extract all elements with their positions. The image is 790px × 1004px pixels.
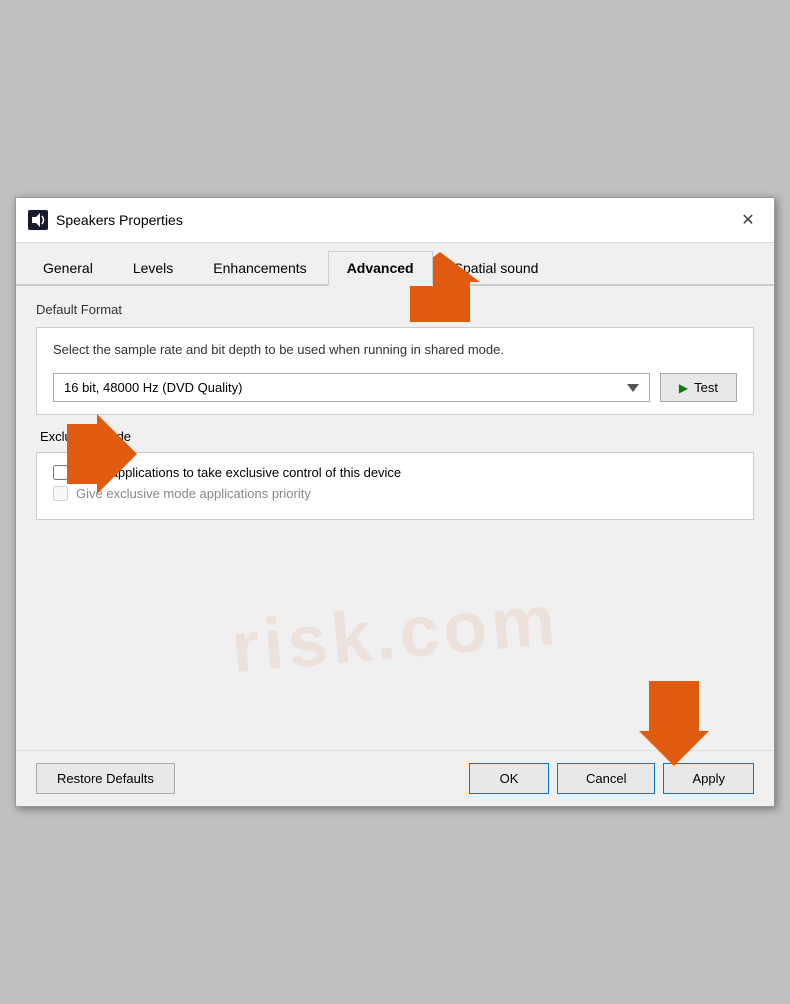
restore-defaults-button[interactable]: Restore Defaults	[36, 763, 175, 794]
action-buttons: OK Cancel Apply	[469, 763, 754, 794]
tab-bar: General Levels Enhancements Advanced Spa…	[16, 243, 774, 286]
format-select[interactable]: 16 bit, 44100 Hz (CD Quality) 16 bit, 48…	[53, 373, 650, 402]
default-format-title: Default Format	[36, 302, 754, 317]
test-button-label: Test	[694, 380, 718, 395]
watermark-text: risk.com	[228, 579, 562, 689]
title-bar: Speakers Properties ✕	[16, 198, 774, 243]
play-icon: ▶	[679, 381, 688, 395]
default-format-box: Select the sample rate and bit depth to …	[36, 327, 754, 416]
close-button[interactable]: ✕	[734, 206, 762, 234]
tab-content: Default Format Select the sample rate an…	[16, 286, 774, 751]
exclusive-priority-label: Give exclusive mode applications priorit…	[76, 486, 311, 501]
bottom-area: Restore Defaults OK Cancel Apply	[16, 750, 774, 806]
exclusive-mode-title: Exclusive Mode	[36, 429, 754, 444]
exclusive-mode-section: Exclusive Mode Allow applications to tak…	[36, 429, 754, 520]
speakers-properties-dialog: Speakers Properties ✕ General Levels Enh…	[15, 197, 775, 808]
title-bar-left: Speakers Properties	[28, 210, 183, 230]
tab-spatial-sound[interactable]: Spatial sound	[435, 251, 558, 286]
test-button[interactable]: ▶ Test	[660, 373, 737, 402]
apply-button[interactable]: Apply	[663, 763, 754, 794]
exclusive-priority-row: Give exclusive mode applications priorit…	[53, 486, 737, 501]
tab-advanced[interactable]: Advanced	[328, 251, 433, 286]
tab-levels[interactable]: Levels	[114, 251, 192, 286]
exclusive-mode-box: Allow applications to take exclusive con…	[36, 452, 754, 520]
speaker-icon	[28, 210, 48, 230]
cancel-button[interactable]: Cancel	[557, 763, 655, 794]
watermark-area: risk.com	[36, 534, 754, 734]
tab-general[interactable]: General	[24, 251, 112, 286]
exclusive-control-checkbox[interactable]	[53, 465, 68, 480]
default-format-description: Select the sample rate and bit depth to …	[53, 340, 737, 360]
tab-enhancements[interactable]: Enhancements	[194, 251, 325, 286]
exclusive-control-label[interactable]: Allow applications to take exclusive con…	[76, 465, 401, 480]
exclusive-control-row: Allow applications to take exclusive con…	[53, 465, 737, 480]
exclusive-priority-checkbox[interactable]	[53, 486, 68, 501]
ok-button[interactable]: OK	[469, 763, 549, 794]
format-row: 16 bit, 44100 Hz (CD Quality) 16 bit, 48…	[53, 373, 737, 402]
window-title: Speakers Properties	[56, 212, 183, 228]
